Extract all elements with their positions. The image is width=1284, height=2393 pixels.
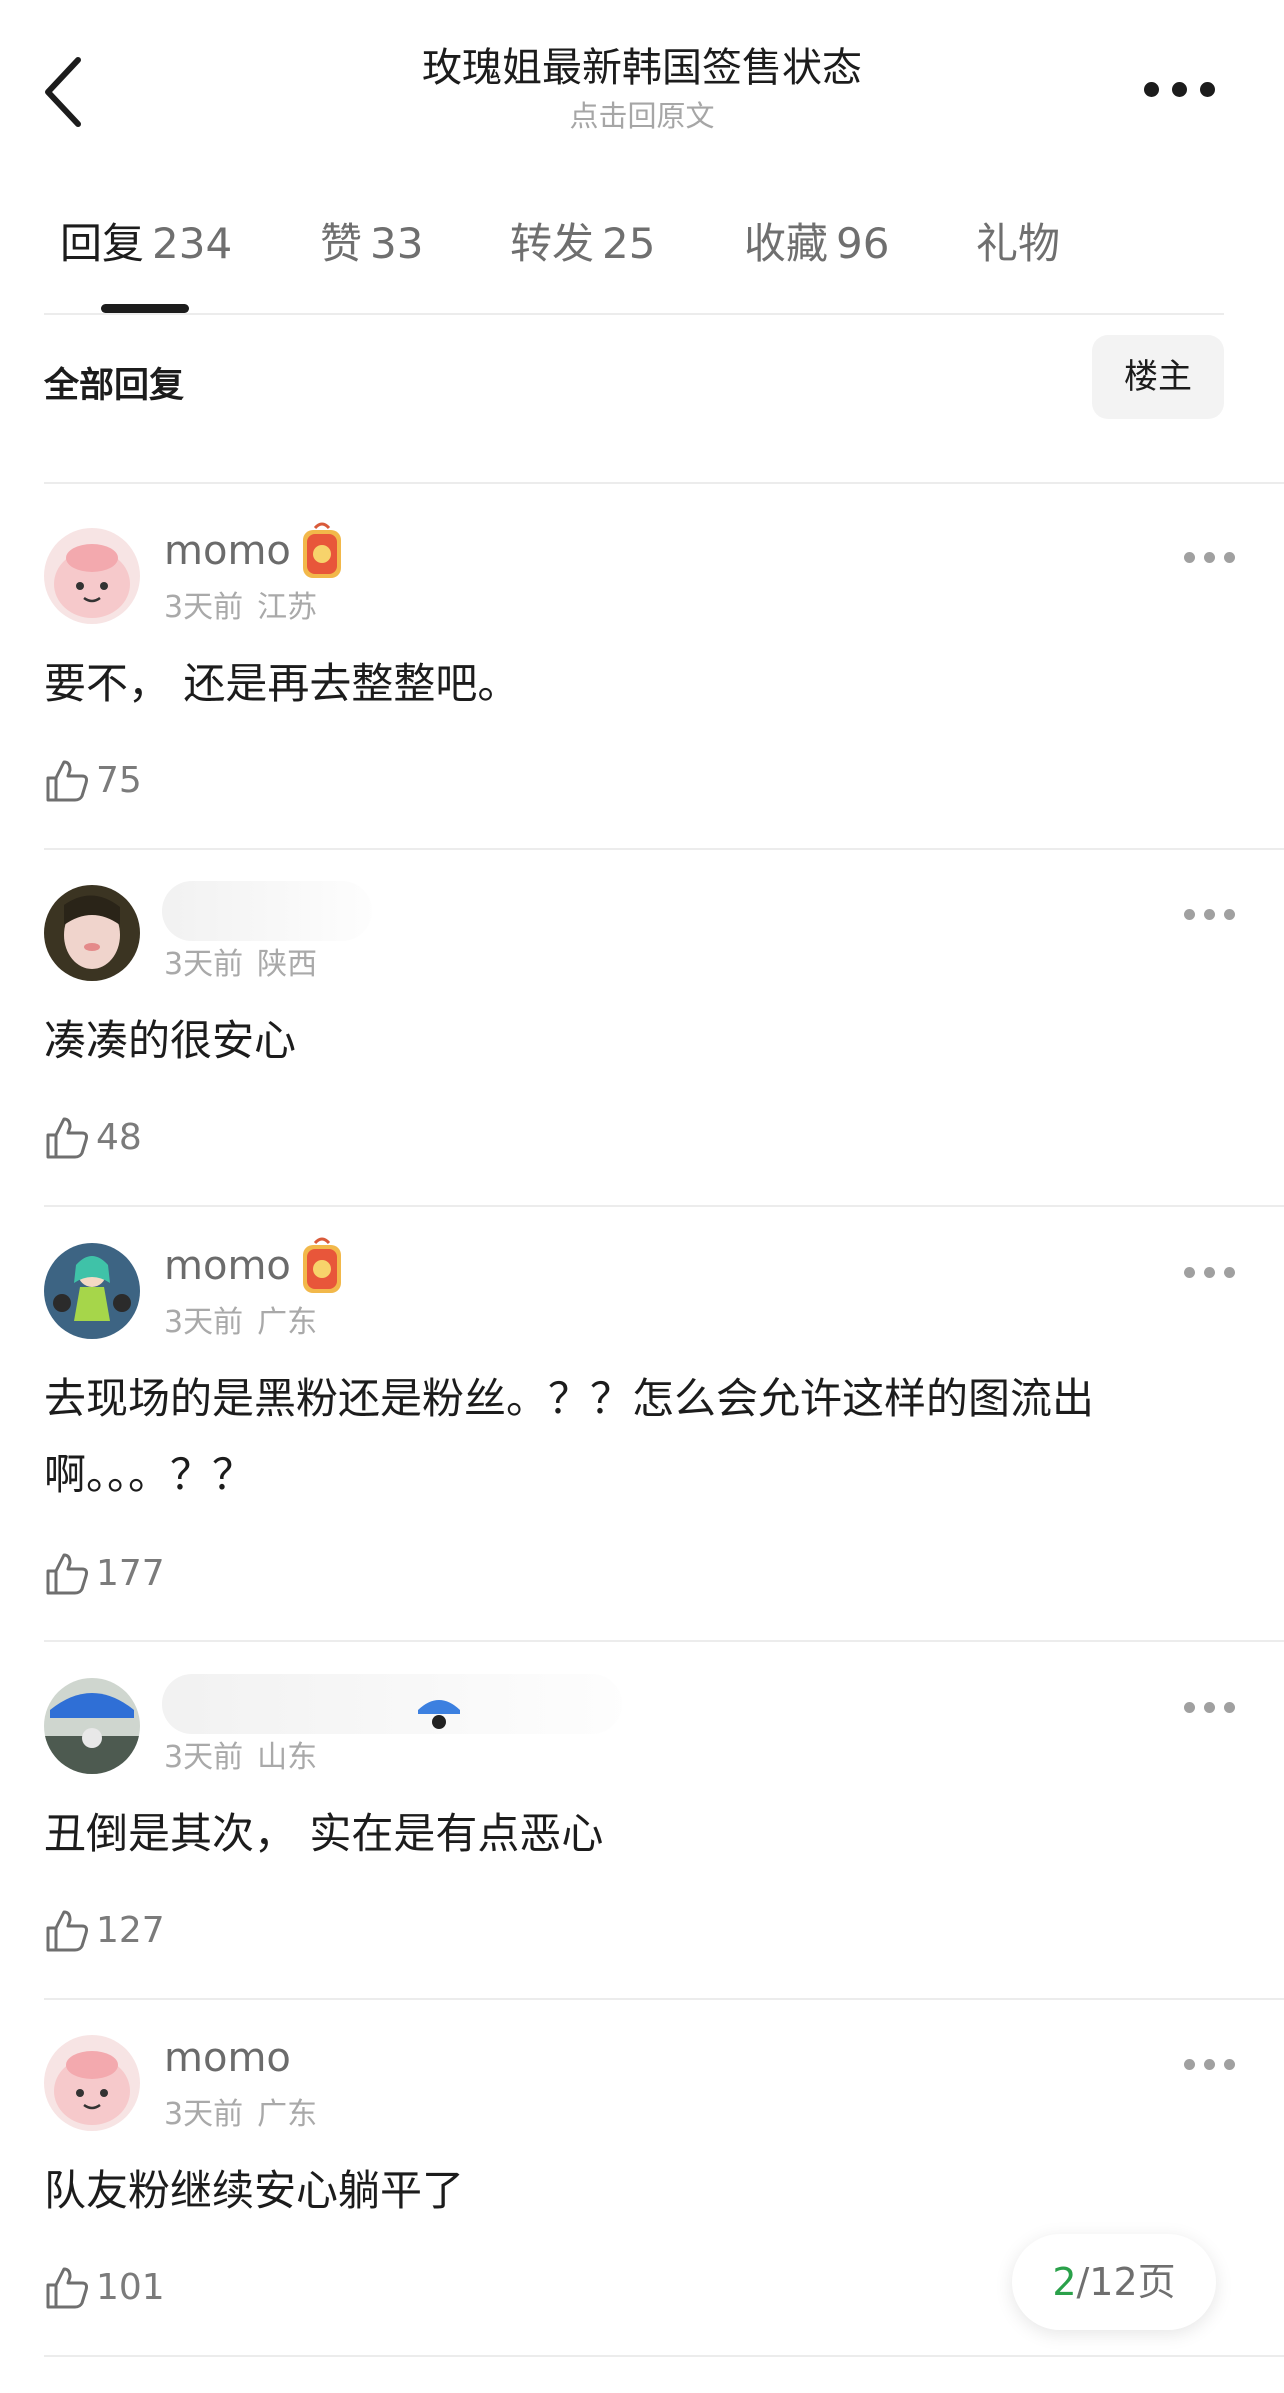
thumbs-up-icon (46, 1553, 88, 1595)
fan-badge-icon (299, 520, 345, 582)
tab-replies-count: 234 (152, 219, 233, 268)
divider (44, 2355, 1284, 2357)
thumbs-up-icon (46, 1117, 88, 1159)
comment-item: momo 3天前 江苏 要不， 还是再去整整吧。 75 (44, 522, 1240, 834)
comment-more-icon[interactable] (1180, 544, 1240, 574)
divider (44, 482, 1284, 484)
owner-only-button[interactable]: 楼主 (1092, 335, 1224, 419)
current-page: 2 (1052, 2260, 1077, 2304)
like-count: 48 (96, 1117, 142, 1158)
like-count: 75 (96, 760, 142, 801)
header-bar: 玫瑰姐最新韩国签售状态 点击回原文 (0, 0, 1284, 170)
comment-meta: 3天前 山东 (164, 1732, 317, 1776)
avatar[interactable] (44, 528, 140, 624)
tab-favorites[interactable]: 收藏 96 (744, 210, 889, 271)
like-count: 101 (96, 2267, 165, 2308)
tab-reposts-count: 25 (602, 219, 656, 268)
title-block[interactable]: 玫瑰姐最新韩国签售状态 点击回原文 (290, 40, 994, 136)
comment-location: 广东 (257, 2097, 318, 2132)
comment-time: 3天前 (164, 1305, 244, 1340)
back-icon[interactable] (40, 52, 90, 132)
avatar[interactable] (44, 2035, 140, 2131)
like-count: 127 (96, 1910, 165, 1951)
like-count: 177 (96, 1553, 165, 1594)
username-redacted[interactable] (162, 881, 372, 941)
total-pages: /12页 (1076, 2260, 1176, 2304)
avatar[interactable] (44, 885, 140, 981)
username[interactable]: momo (164, 528, 291, 574)
comment-meta: 3天前 陕西 (164, 939, 317, 983)
divider (44, 848, 1284, 850)
comment-time: 3天前 (164, 2097, 244, 2132)
username[interactable]: momo (164, 1243, 291, 1289)
page-indicator[interactable]: 2/12页 (1012, 2234, 1216, 2330)
tab-likes-count: 33 (370, 219, 424, 268)
active-tab-indicator (101, 304, 189, 313)
comment-text: 丑倒是其次， 实在是有点恶心 (44, 1809, 604, 1858)
tab-likes-label: 赞 (320, 219, 363, 268)
comment-location: 山东 (257, 1740, 318, 1775)
comment-text: 要不， 还是再去整整吧。 (44, 659, 520, 708)
tab-reposts[interactable]: 转发 25 (510, 210, 655, 271)
comment-more-icon[interactable] (1180, 901, 1240, 931)
comment-location: 江苏 (257, 590, 318, 625)
comment-item: 3天前 陕西 凑凑的很安心 48 (44, 881, 1240, 1191)
tab-gifts[interactable]: 礼物 (976, 210, 1060, 271)
comment-location: 陕西 (257, 947, 318, 982)
comment-meta: 3天前 广东 (164, 2089, 317, 2133)
hat-badge-icon (416, 1694, 462, 1756)
fan-badge-icon (299, 1235, 345, 1297)
username-redacted[interactable] (162, 1674, 622, 1734)
comment-text: 队友粉继续安心躺平了 (44, 2166, 465, 2215)
username[interactable]: momo (164, 2035, 291, 2081)
comment-text: 凑凑的很安心 (44, 1016, 297, 1065)
thumbs-up-icon (46, 760, 88, 802)
comment-more-icon[interactable] (1180, 2051, 1240, 2081)
tab-likes[interactable]: 赞 33 (320, 210, 423, 271)
comment-meta: 3天前 江苏 (164, 582, 317, 626)
all-replies-label: 全部回复 (44, 366, 185, 406)
back-to-original-link[interactable]: 点击回原文 (290, 96, 994, 136)
tab-gifts-label: 礼物 (976, 219, 1061, 268)
comment-time: 3天前 (164, 590, 244, 625)
thumbs-up-icon (46, 1910, 88, 1952)
comment-more-icon[interactable] (1180, 1694, 1240, 1724)
comment-time: 3天前 (164, 1740, 244, 1775)
thumbs-up-icon (46, 2267, 88, 2309)
tab-favorites-label: 收藏 (744, 219, 829, 268)
avatar[interactable] (44, 1678, 140, 1774)
comment-location: 广东 (257, 1305, 318, 1340)
tab-reposts-label: 转发 (510, 219, 595, 268)
divider (44, 1640, 1284, 1642)
comment-text: 去现场的是黑粉还是粉丝。？？怎么会允许这样的图流出啊。。。？？ (44, 1374, 1095, 1499)
divider (44, 1998, 1284, 2000)
more-options-icon[interactable] (1140, 72, 1220, 108)
tab-replies[interactable]: 回复 234 (60, 210, 232, 271)
comment-item: 3天前 山东 丑倒是其次， 实在是有点恶心 127 (44, 1674, 1240, 1984)
tab-replies-label: 回复 (60, 219, 145, 268)
tab-bar: 回复 234 赞 33 转发 25 收藏 96 礼物 (44, 210, 1224, 300)
comment-item: momo 3天前 广东 去现场的是黑粉还是粉丝。？？怎么会允许这样的图流出啊。。。… (44, 1237, 1240, 1621)
page-title: 玫瑰姐最新韩国签售状态 (422, 45, 862, 91)
comment-more-icon[interactable] (1180, 1259, 1240, 1289)
filter-row: 全部回复 楼主 (44, 335, 1224, 421)
avatar[interactable] (44, 1243, 140, 1339)
tab-favorites-count: 96 (836, 219, 890, 268)
comment-meta: 3天前 广东 (164, 1297, 317, 1341)
divider (44, 313, 1224, 315)
divider (44, 1205, 1284, 1207)
comment-time: 3天前 (164, 947, 244, 982)
